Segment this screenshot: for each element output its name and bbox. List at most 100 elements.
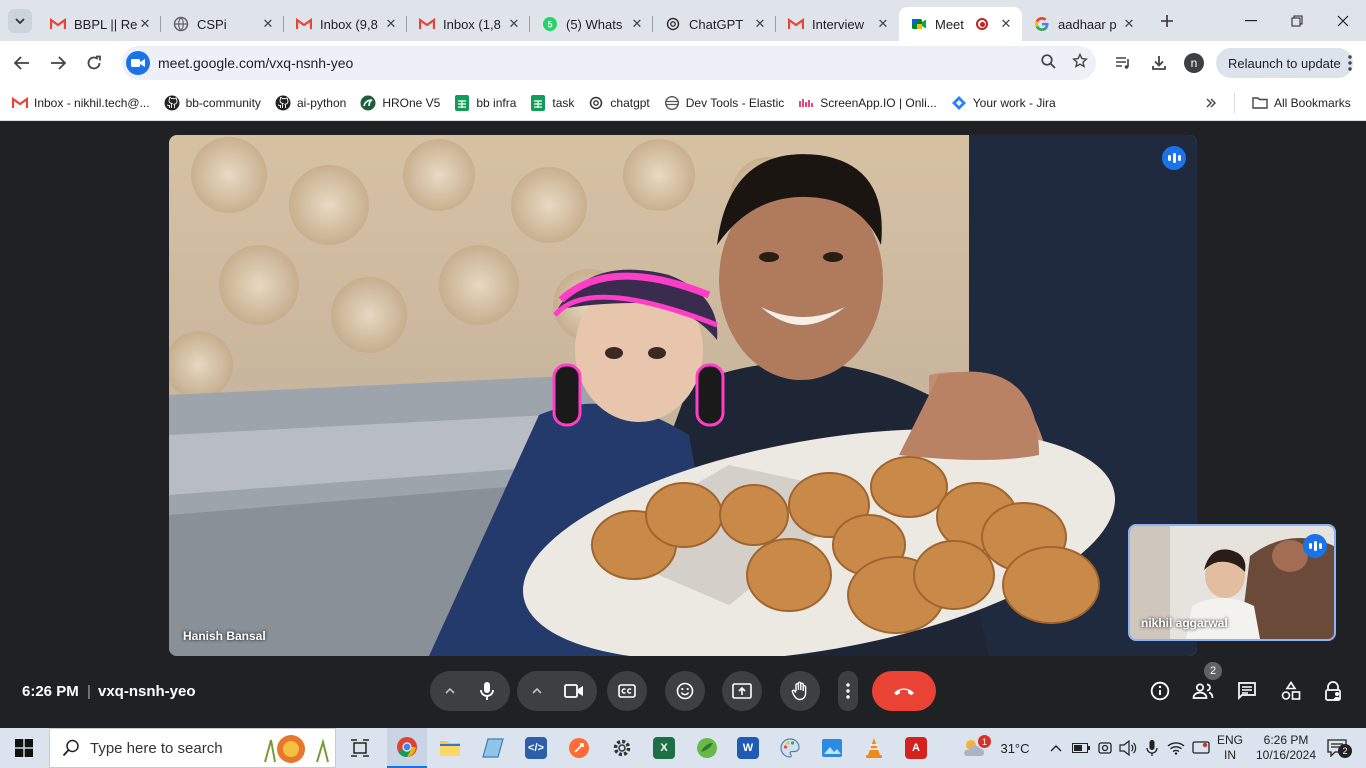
bookmark-bb-infra[interactable]: bb infra [447, 89, 523, 117]
audio-options-button[interactable] [437, 671, 463, 711]
taskbar-settings[interactable] [602, 728, 642, 768]
leave-call-button[interactable] [872, 671, 936, 711]
close-icon[interactable]: ✕ [260, 16, 276, 32]
bookmark-inbox[interactable]: Inbox - nikhil.tech@... [5, 89, 157, 117]
reload-button[interactable] [76, 45, 112, 81]
start-button[interactable] [0, 728, 48, 768]
taskbar-vscode[interactable]: </> [516, 728, 556, 768]
task-view-button[interactable] [340, 728, 380, 768]
tab-3[interactable]: Inbox (1,8 ✕ [407, 7, 530, 41]
taskbar-green-app[interactable] [687, 728, 727, 768]
tab-4[interactable]: 5 (5) Whats ✕ [530, 7, 653, 41]
minimize-button[interactable] [1228, 0, 1274, 41]
bookmark-task[interactable]: task [523, 89, 581, 117]
meet-indicator-tray[interactable] [1094, 728, 1116, 768]
volume-tray[interactable] [1117, 728, 1139, 768]
microphone-button[interactable] [467, 671, 507, 711]
close-icon[interactable]: ✕ [875, 16, 891, 32]
close-icon[interactable]: ✕ [752, 16, 768, 32]
excel-icon: X [653, 737, 675, 759]
taskbar-word[interactable]: W [728, 728, 768, 768]
bookmark-hrone[interactable]: HROne V5 [353, 89, 447, 117]
tab-2[interactable]: Inbox (9,8 ✕ [284, 7, 407, 41]
bookmark-star-icon[interactable] [1064, 52, 1096, 73]
bookmark-chatgpt[interactable]: chatgpt [581, 89, 656, 117]
taskbar-acrobat[interactable]: A [896, 728, 936, 768]
close-icon[interactable]: ✕ [137, 16, 153, 32]
tray-overflow-button[interactable] [1046, 728, 1066, 768]
tab-5[interactable]: ChatGPT ✕ [653, 7, 776, 41]
taskbar-vlc[interactable] [854, 728, 894, 768]
taskbar-clock[interactable]: 6:26 PM 10/16/2024 [1250, 728, 1322, 768]
taskbar-photos[interactable] [812, 728, 852, 768]
relaunch-button[interactable]: Relaunch to update [1216, 48, 1353, 78]
tab-title: Interview [812, 16, 865, 32]
close-icon[interactable]: ✕ [998, 16, 1014, 32]
relaunch-label: Relaunch to update [1228, 55, 1341, 71]
tab-search-button[interactable] [8, 8, 32, 33]
restore-button[interactable] [1274, 0, 1320, 41]
taskbar-postman[interactable] [559, 728, 599, 768]
battery-tray[interactable] [1070, 728, 1092, 768]
bookmark-bb-community[interactable]: bb-community [157, 89, 268, 117]
chrome-menu-button[interactable] [1338, 41, 1362, 85]
all-bookmarks-button[interactable]: All Bookmarks [1245, 89, 1358, 117]
bookmark-elastic[interactable]: Dev Tools - Elastic [657, 89, 791, 117]
wifi-tray[interactable] [1165, 728, 1187, 768]
meeting-details-button[interactable] [1140, 671, 1180, 711]
tab-8[interactable]: aadhaar p ✕ [1022, 7, 1145, 41]
bookmark-label: HROne V5 [382, 95, 441, 110]
close-icon[interactable]: ✕ [629, 16, 645, 32]
language-indicator[interactable]: ENG IN [1214, 728, 1246, 768]
profile-button[interactable]: n [1180, 41, 1208, 85]
tab-7[interactable]: Meet ✕ [899, 7, 1022, 41]
main-video-tile[interactable] [169, 135, 1197, 656]
site-info-icon[interactable] [126, 51, 150, 75]
close-window-button[interactable] [1320, 0, 1366, 41]
microphone-tray[interactable] [1141, 728, 1163, 768]
screen-share-tray[interactable] [1189, 728, 1213, 768]
taskbar-file-explorer[interactable] [430, 728, 470, 768]
camera-button[interactable] [554, 671, 594, 711]
reactions-button[interactable] [665, 671, 705, 711]
taskbar-notes-app[interactable] [473, 728, 513, 768]
host-controls-button[interactable] [1314, 671, 1354, 711]
notifications-button[interactable]: 2 [1322, 728, 1352, 768]
taskbar-paint[interactable] [770, 728, 810, 768]
chat-button[interactable] [1227, 671, 1267, 711]
taskbar-excel[interactable]: X [644, 728, 684, 768]
activities-button[interactable] [1271, 671, 1311, 711]
close-icon[interactable]: ✕ [383, 16, 399, 32]
bookmark-ai-python[interactable]: ai-python [268, 89, 353, 117]
forward-button[interactable] [40, 45, 76, 81]
meet-icon [911, 16, 927, 32]
taskbar-search-box[interactable]: Type here to search [49, 728, 336, 768]
close-icon[interactable]: ✕ [506, 16, 522, 32]
bookmark-jira[interactable]: Your work - Jira [944, 89, 1063, 117]
weather-widget[interactable]: 1 [958, 728, 992, 768]
close-icon[interactable]: ✕ [1121, 16, 1137, 32]
tab-0[interactable]: BBPL || Re ✕ [38, 7, 161, 41]
meeting-code: vxq-nsnh-yeo [98, 683, 196, 700]
chrome-icon [397, 737, 417, 758]
more-options-button[interactable] [838, 671, 858, 711]
bookmarks-overflow-button[interactable] [1198, 89, 1224, 117]
back-button[interactable] [4, 45, 40, 81]
zoom-icon[interactable] [1032, 53, 1064, 73]
new-tab-button[interactable] [1153, 7, 1181, 35]
tab-6[interactable]: Interview ✕ [776, 7, 899, 41]
captions-button[interactable] [607, 671, 647, 711]
taskbar-chrome[interactable] [387, 728, 427, 768]
present-screen-button[interactable] [722, 671, 762, 711]
screenapp-icon [798, 95, 814, 111]
media-controls-button[interactable] [1108, 41, 1138, 85]
self-speaking-indicator-icon [1303, 534, 1327, 558]
bookmark-screenapp[interactable]: ScreenApp.IO | Onli... [791, 89, 944, 117]
raise-hand-button[interactable] [780, 671, 820, 711]
downloads-button[interactable] [1144, 41, 1174, 85]
end-call-icon [894, 688, 914, 696]
photos-icon [822, 739, 842, 757]
tab-1[interactable]: CSPi ✕ [161, 7, 284, 41]
address-bar[interactable]: meet.google.com/vxq-nsnh-yeo [122, 46, 1096, 80]
video-options-button[interactable] [524, 671, 550, 711]
